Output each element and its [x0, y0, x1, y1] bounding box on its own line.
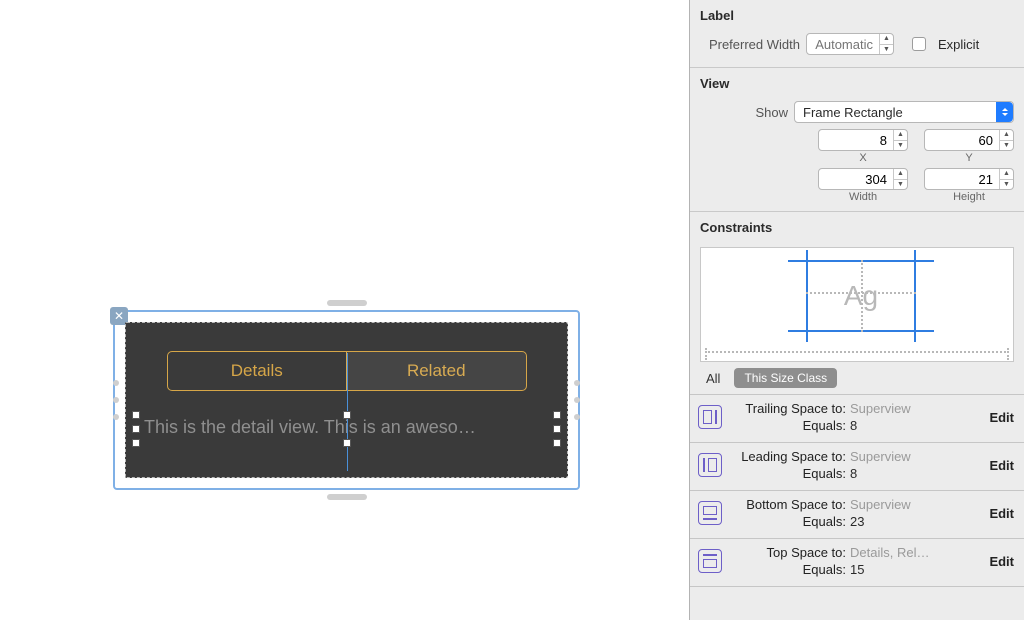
view-section-title: View — [690, 68, 1024, 97]
show-popup[interactable]: Frame Rectangle — [794, 101, 1014, 123]
constraint-item[interactable]: Top Space to:Details, Rel…Equals:15 Edit — [690, 539, 1024, 587]
explicit-checkbox[interactable] — [912, 37, 926, 51]
constraint-top-icon — [698, 549, 722, 573]
label-section-title: Label — [690, 0, 1024, 29]
height-input[interactable] — [925, 169, 999, 189]
constraints-glyph: Ag — [806, 260, 916, 332]
constraint-edit-button[interactable]: Edit — [987, 458, 1016, 473]
canvas-area[interactable]: ✕ Details Related This is the detail vie… — [0, 0, 689, 620]
constraint-item[interactable]: Bottom Space to:SuperviewEquals:23 Edit — [690, 491, 1024, 539]
show-caption: Show — [700, 105, 788, 120]
chevron-updown-icon[interactable] — [996, 102, 1013, 122]
x-stepper[interactable]: ▲▼ — [818, 129, 908, 151]
x-caption: X — [859, 152, 866, 164]
constraint-text: Trailing Space to:SuperviewEquals:8 — [730, 400, 979, 434]
y-caption: Y — [965, 152, 972, 164]
tab-details[interactable]: Details — [168, 352, 347, 390]
stepper-arrows-icon[interactable]: ▲▼ — [999, 130, 1013, 150]
constraint-text: Bottom Space to:SuperviewEquals:23 — [730, 496, 979, 530]
preferred-width-caption: Preferred Width — [700, 37, 800, 52]
y-input[interactable] — [925, 130, 999, 150]
constraint-item[interactable]: Leading Space to:SuperviewEquals:8 Edit — [690, 443, 1024, 491]
constraint-text: Top Space to:Details, Rel…Equals:15 — [730, 544, 979, 578]
constraint-trailing-icon — [698, 405, 722, 429]
canvas-artboard[interactable]: ✕ Details Related This is the detail vie… — [113, 310, 580, 490]
width-caption: Width — [849, 191, 877, 203]
constraint-edit-button[interactable]: Edit — [987, 554, 1016, 569]
constraints-section-title: Constraints — [690, 212, 1024, 241]
x-input[interactable] — [819, 130, 893, 150]
width-input[interactable] — [819, 169, 893, 189]
constraint-edit-button[interactable]: Edit — [987, 506, 1016, 521]
inspector-panel: Label Preferred Width ▲▼ Explicit View S… — [689, 0, 1024, 620]
selection-handles[interactable] — [136, 415, 557, 443]
resize-dots-right[interactable] — [574, 380, 580, 420]
explicit-label: Explicit — [938, 37, 979, 52]
height-caption: Height — [953, 191, 985, 203]
tab-this-size-class[interactable]: This Size Class — [734, 368, 837, 388]
constraints-preview[interactable]: Ag — [700, 247, 1014, 362]
constraint-item[interactable]: Trailing Space to:SuperviewEquals:8 Edit — [690, 395, 1024, 443]
constraint-list: Trailing Space to:SuperviewEquals:8EditL… — [690, 394, 1024, 587]
tab-all[interactable]: All — [700, 369, 726, 388]
constraint-leading-icon — [698, 453, 722, 477]
stepper-arrows-icon[interactable]: ▲▼ — [893, 169, 907, 189]
cell-content[interactable]: Details Related This is the detail view.… — [125, 322, 568, 478]
resize-dots-left[interactable] — [113, 380, 119, 420]
stepper-arrows-icon[interactable]: ▲▼ — [999, 169, 1013, 189]
preferred-width-stepper[interactable]: ▲▼ — [806, 33, 894, 55]
preferred-width-input[interactable] — [807, 34, 879, 54]
height-stepper[interactable]: ▲▼ — [924, 168, 1014, 190]
width-stepper[interactable]: ▲▼ — [818, 168, 908, 190]
show-value: Frame Rectangle — [803, 105, 903, 120]
y-stepper[interactable]: ▲▼ — [924, 129, 1014, 151]
constraint-text: Leading Space to:SuperviewEquals:8 — [730, 448, 979, 482]
tab-related[interactable]: Related — [346, 352, 526, 390]
stepper-arrows-icon[interactable]: ▲▼ — [879, 34, 893, 54]
constraint-bottom-icon — [698, 501, 722, 525]
stepper-arrows-icon[interactable]: ▲▼ — [893, 130, 907, 150]
constraint-edit-button[interactable]: Edit — [987, 410, 1016, 425]
